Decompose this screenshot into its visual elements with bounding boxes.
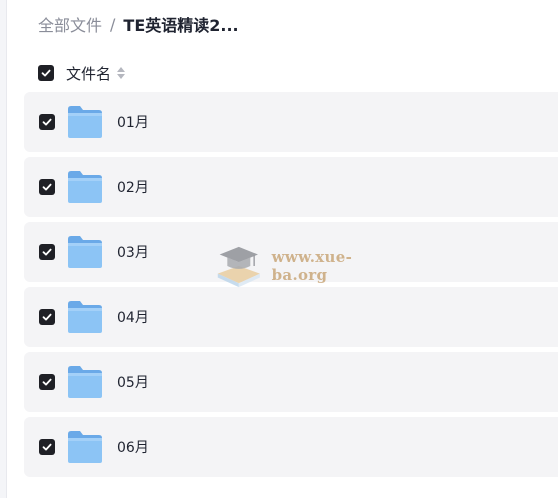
check-icon	[42, 248, 52, 256]
list-header: 文件名	[38, 63, 126, 84]
check-icon	[42, 183, 52, 191]
row-checkbox[interactable]	[39, 114, 55, 130]
row-checkbox[interactable]	[39, 309, 55, 325]
folder-icon	[68, 366, 102, 398]
file-row[interactable]: 05月	[24, 352, 558, 412]
file-row[interactable]: 03月	[24, 222, 558, 282]
file-list: 01月 02月 03月 04月 05月 06月	[24, 92, 558, 482]
sort-icon[interactable]	[117, 66, 126, 80]
file-row[interactable]: 02月	[24, 157, 558, 217]
file-name[interactable]: 06月	[117, 437, 149, 457]
file-browser-page: 全部文件 / TE英语精读2... 文件名 01月 02月 03月 04月 05…	[0, 0, 558, 498]
row-checkbox[interactable]	[39, 179, 55, 195]
file-name[interactable]: 05月	[117, 372, 149, 392]
check-icon	[42, 378, 52, 386]
file-name[interactable]: 02月	[117, 177, 149, 197]
folder-icon	[68, 431, 102, 463]
file-row[interactable]: 04月	[24, 287, 558, 347]
select-all-checkbox[interactable]	[38, 65, 54, 81]
file-name[interactable]: 01月	[117, 112, 149, 132]
check-icon	[41, 69, 51, 77]
folder-icon	[68, 301, 102, 333]
file-name[interactable]: 04月	[117, 307, 149, 327]
file-row[interactable]: 01月	[24, 92, 558, 152]
row-checkbox[interactable]	[39, 244, 55, 260]
breadcrumb-root-link[interactable]: 全部文件	[38, 12, 102, 36]
row-checkbox[interactable]	[39, 374, 55, 390]
breadcrumb-current-folder: TE英语精读2...	[123, 16, 239, 35]
file-row[interactable]: 06月	[24, 417, 558, 477]
folder-icon	[68, 236, 102, 268]
row-checkbox[interactable]	[39, 439, 55, 455]
breadcrumb: 全部文件 / TE英语精读2...	[38, 12, 239, 36]
folder-icon	[68, 171, 102, 203]
left-panel-edge	[0, 0, 7, 498]
filename-column-header[interactable]: 文件名	[66, 63, 111, 84]
check-icon	[42, 313, 52, 321]
breadcrumb-separator: /	[110, 14, 116, 34]
file-name[interactable]: 03月	[117, 242, 149, 262]
check-icon	[42, 443, 52, 451]
folder-icon	[68, 106, 102, 138]
check-icon	[42, 118, 52, 126]
